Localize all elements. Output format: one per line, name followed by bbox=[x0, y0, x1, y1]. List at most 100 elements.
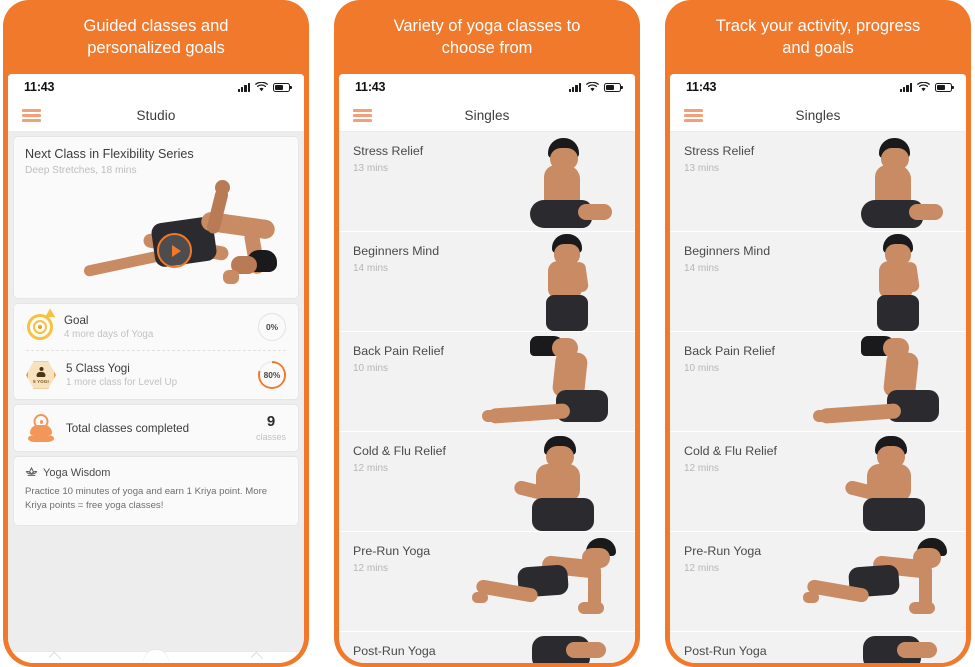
bottom-tab-bar bbox=[8, 650, 304, 663]
promo-caption-1-line2: personalized goals bbox=[87, 39, 225, 57]
status-bar-2: 11:43 bbox=[339, 74, 635, 100]
status-bar-3: 11:43 bbox=[670, 74, 966, 100]
list-item[interactable]: Stress Relief 13 mins bbox=[670, 132, 966, 232]
battery-icon bbox=[935, 82, 954, 92]
list-item[interactable]: Back Pain Relief 10 mins bbox=[339, 332, 635, 432]
phone-screen-3: 11:43 Singles Stress Relief 13 mins Begi… bbox=[670, 74, 966, 663]
battery-icon bbox=[273, 82, 292, 92]
status-icons bbox=[237, 82, 292, 92]
status-bar-1: 11:43 bbox=[8, 74, 304, 100]
promo-caption-2-line1: Variety of yoga classes to bbox=[393, 16, 581, 35]
promo-caption-2: Variety of yoga classes to choose from bbox=[334, 0, 640, 74]
class-photo-standing-prayer bbox=[801, 232, 966, 331]
hamburger-menu-icon[interactable] bbox=[22, 109, 41, 122]
total-classes-label: Total classes completed bbox=[66, 421, 190, 435]
status-icons bbox=[899, 82, 954, 92]
nav-bar-3: Singles bbox=[670, 100, 966, 132]
yoga-wisdom-body: Practice 10 minutes of yoga and earn 1 K… bbox=[25, 486, 268, 512]
class-title: Back Pain Relief bbox=[684, 344, 775, 358]
total-classes-card[interactable]: Total classes completed 9 classes bbox=[14, 405, 298, 451]
home-tab-icon[interactable] bbox=[48, 651, 62, 663]
list-item[interactable]: Pre-Run Yoga 12 mins bbox=[670, 532, 966, 632]
class-title: Cold & Flu Relief bbox=[684, 444, 777, 458]
class-photo-seated-forward-fold bbox=[801, 432, 966, 531]
profile-tab-icon[interactable] bbox=[250, 651, 264, 663]
screenshot-panel-studio: Guided classes and personalized goals 11… bbox=[3, 0, 309, 667]
promo-caption-2-line2: choose from bbox=[441, 39, 533, 57]
class-duration: 12 mins bbox=[684, 463, 720, 474]
class-title: Beginners Mind bbox=[353, 244, 440, 258]
goal-row-level[interactable]: 5 YOGI 5 Class Yogi 1 more class for Lev… bbox=[14, 351, 298, 399]
list-item[interactable]: Back Pain Relief 10 mins bbox=[670, 332, 966, 432]
promo-caption-1: Guided classes and personalized goals bbox=[3, 0, 309, 74]
class-title: Pre-Run Yoga bbox=[353, 544, 431, 558]
meditation-person-icon bbox=[26, 413, 56, 443]
goals-card: Goal 4 more days of Yoga 0% 5 YOGI 5 Cla… bbox=[14, 304, 298, 399]
hamburger-menu-icon[interactable] bbox=[353, 109, 372, 122]
status-icons bbox=[568, 82, 623, 92]
wifi-icon bbox=[917, 82, 930, 92]
class-list-2[interactable]: Stress Relief 13 mins Beginners Mind 14 … bbox=[339, 132, 635, 663]
next-class-card[interactable]: Next Class in Flexibility Series Deep St… bbox=[14, 137, 298, 298]
class-title: Stress Relief bbox=[353, 144, 424, 158]
list-item[interactable]: Beginners Mind 14 mins bbox=[670, 232, 966, 332]
list-item[interactable]: Beginners Mind 14 mins bbox=[339, 232, 635, 332]
class-photo-reclined-backbend bbox=[801, 332, 966, 431]
class-duration: 10 mins bbox=[684, 363, 720, 374]
list-item[interactable]: Cold & Flu Relief 12 mins bbox=[339, 432, 635, 532]
page-title: Singles bbox=[464, 108, 510, 123]
class-list-3[interactable]: Stress Relief 13 mins Beginners Mind 14 … bbox=[670, 132, 966, 663]
lotus-icon bbox=[25, 466, 38, 479]
list-item[interactable]: Stress Relief 13 mins bbox=[339, 132, 635, 232]
class-photo-standing-prayer bbox=[470, 232, 635, 331]
promo-caption-1-line1: Guided classes and bbox=[83, 16, 229, 35]
yogi-badge-icon: 5 YOGI bbox=[26, 360, 56, 390]
play-button-icon[interactable] bbox=[157, 233, 192, 268]
list-item[interactable]: Post-Run Yoga bbox=[670, 632, 966, 663]
goal-title: Goal bbox=[64, 314, 89, 327]
class-photo-seated-forward-fold bbox=[470, 432, 635, 531]
list-item[interactable]: Cold & Flu Relief 12 mins bbox=[670, 432, 966, 532]
studio-scroll-area[interactable]: Next Class in Flexibility Series Deep St… bbox=[8, 132, 304, 663]
level-progress-ring: 80% bbox=[258, 361, 286, 389]
class-title: Post-Run Yoga bbox=[353, 644, 436, 658]
yoga-wisdom-heading: Yoga Wisdom bbox=[43, 466, 111, 479]
level-progress-value: 80% bbox=[260, 363, 284, 387]
next-class-title: Next Class in Flexibility Series bbox=[25, 147, 194, 161]
phone-screen-2: 11:43 Singles Stress Relief 13 mins Begi… bbox=[339, 74, 635, 663]
class-duration: 12 mins bbox=[684, 563, 720, 574]
list-item[interactable]: Post-Run Yoga bbox=[339, 632, 635, 663]
yoga-wisdom-card: Yoga Wisdom Practice 10 minutes of yoga … bbox=[14, 457, 298, 525]
nav-bar-2: Singles bbox=[339, 100, 635, 132]
class-photo-seated-twist bbox=[801, 632, 966, 663]
class-duration: 10 mins bbox=[353, 363, 389, 374]
status-time: 11:43 bbox=[355, 80, 386, 94]
next-class-photo bbox=[25, 178, 287, 298]
page-title: Singles bbox=[795, 108, 841, 123]
total-classes-value: 9 bbox=[266, 413, 276, 430]
hamburger-menu-icon[interactable] bbox=[684, 109, 703, 122]
class-duration: 12 mins bbox=[353, 563, 389, 574]
level-subtitle: 1 more class for Level Up bbox=[66, 377, 178, 388]
phone-screen-1: 11:43 Studio Next Class in Flexibility S… bbox=[8, 74, 304, 663]
status-time: 11:43 bbox=[686, 80, 717, 94]
class-title: Cold & Flu Relief bbox=[353, 444, 446, 458]
wifi-icon bbox=[586, 82, 599, 92]
class-duration: 13 mins bbox=[684, 163, 720, 174]
yogi-badge-label: 5 YOGI bbox=[33, 379, 49, 384]
level-title: 5 Class Yogi bbox=[66, 362, 130, 375]
class-duration: 13 mins bbox=[353, 163, 389, 174]
class-photo-reclined-backbend bbox=[470, 332, 635, 431]
signal-bars-icon bbox=[237, 82, 250, 92]
class-photo-seated-twist bbox=[470, 632, 635, 663]
tabbar-center-hump bbox=[142, 650, 169, 663]
page-title: Studio bbox=[136, 108, 176, 123]
wifi-icon bbox=[255, 82, 268, 92]
promo-caption-3-line1: Track your activity, progress bbox=[715, 16, 921, 35]
list-item[interactable]: Pre-Run Yoga 12 mins bbox=[339, 532, 635, 632]
goal-row-daily[interactable]: Goal 4 more days of Yoga 0% bbox=[14, 304, 298, 350]
class-title: Beginners Mind bbox=[684, 244, 771, 258]
class-photo-seated-meditation bbox=[470, 132, 635, 231]
screenshot-panel-singles-a: Variety of yoga classes to choose from 1… bbox=[334, 0, 640, 667]
class-photo-seated-meditation bbox=[801, 132, 966, 231]
